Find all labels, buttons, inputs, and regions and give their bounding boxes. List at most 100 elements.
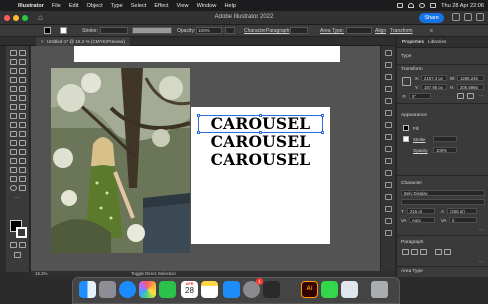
safari-icon[interactable]: [119, 281, 136, 298]
tab-libraries[interactable]: Libraries: [428, 40, 446, 45]
stroke-weight-field[interactable]: [100, 27, 128, 34]
tracking-field[interactable]: 0: [449, 217, 477, 223]
selection-handle[interactable]: [321, 131, 324, 134]
leading-field[interactable]: (258 pt): [447, 208, 477, 214]
menu-view[interactable]: View: [173, 3, 193, 9]
angle-field[interactable]: 0°: [409, 93, 431, 99]
eyedropper-tool-icon[interactable]: [19, 149, 26, 155]
lasso-tool-icon[interactable]: [19, 59, 26, 65]
menu-select[interactable]: Select: [127, 3, 151, 9]
paragraph-panel-icon[interactable]: [385, 218, 392, 224]
rotate-tool-icon[interactable]: [10, 113, 17, 119]
align-buttons[interactable]: [346, 27, 372, 34]
align-link[interactable]: Align: [375, 27, 386, 35]
share-button[interactable]: Share: [419, 13, 444, 23]
y-field[interactable]: 187.95 px: [421, 84, 447, 90]
align-right-icon[interactable]: [420, 249, 427, 255]
menu-app-name[interactable]: Illustrator: [14, 3, 48, 9]
selection-handle[interactable]: [259, 114, 262, 117]
menu-icon[interactable]: ≡: [430, 27, 433, 35]
more-options-icon[interactable]: ···: [479, 93, 483, 98]
font-family-field[interactable]: Bely Display: [401, 190, 485, 196]
character-panel-icon[interactable]: [385, 206, 392, 212]
control-center-icon[interactable]: [430, 3, 437, 8]
search-icon[interactable]: [419, 3, 426, 8]
menu-file[interactable]: File: [48, 3, 65, 9]
carousel-text-3[interactable]: CAROUSEL: [191, 151, 330, 168]
color-guide-panel-icon[interactable]: [385, 62, 392, 68]
brushes-panel-icon[interactable]: [385, 86, 392, 92]
stroke-label-panel[interactable]: Stroke: [413, 137, 425, 142]
font-size-field[interactable]: 215 pt: [407, 208, 435, 214]
style-field[interactable]: [225, 27, 235, 34]
preview-icon[interactable]: [341, 281, 358, 298]
tab-properties[interactable]: Properties: [402, 40, 424, 45]
variable-width-field[interactable]: [132, 27, 172, 34]
facetime-icon[interactable]: [159, 281, 176, 298]
drawing-mode-icon[interactable]: [10, 242, 17, 248]
illustrator-icon[interactable]: Ai: [301, 281, 318, 298]
artboards-panel-icon[interactable]: [385, 182, 392, 188]
document-tab[interactable]: × Untitled-1* @ 16.2 % (CMYK/Preview): [36, 37, 130, 46]
swatches-panel-icon[interactable]: [385, 74, 392, 80]
artboard[interactable]: CAROUSEL CAROUSEL CAROUSEL: [191, 107, 330, 244]
reflect-tool-icon[interactable]: [19, 113, 26, 119]
wifi-icon[interactable]: [408, 3, 415, 8]
zoom-tool-icon[interactable]: [10, 185, 17, 191]
pencil-tool-icon[interactable]: [10, 95, 17, 101]
shaper-tool-icon[interactable]: [19, 95, 26, 101]
calendar-icon[interactable]: APR 28: [181, 281, 198, 298]
area-type-link[interactable]: Area Type:: [320, 27, 344, 35]
selection-handle[interactable]: [321, 114, 324, 117]
color-panel-icon[interactable]: [385, 50, 392, 56]
curvature-tool-icon[interactable]: [19, 68, 26, 74]
opacity-panel-field[interactable]: 100%: [433, 147, 457, 153]
selection-tool-icon[interactable]: [10, 50, 17, 56]
fill-swatch[interactable]: [44, 27, 51, 34]
more-options-icon[interactable]: ···: [479, 227, 483, 232]
perspective-grid-tool-icon[interactable]: [10, 140, 17, 146]
selection-handle[interactable]: [197, 131, 200, 134]
fill-swatch-panel[interactable]: [403, 125, 409, 131]
width-tool-icon[interactable]: [19, 122, 26, 128]
gradient-tool-icon[interactable]: [10, 149, 17, 155]
direct-selection-tool-icon[interactable]: [19, 50, 26, 56]
reference-point-icon[interactable]: [402, 77, 411, 86]
character-link[interactable]: Character: [244, 27, 266, 35]
more-options-icon[interactable]: ···: [479, 259, 483, 264]
selection-handle[interactable]: [197, 114, 200, 117]
symbols-panel-icon[interactable]: [385, 98, 392, 104]
stroke-panel-icon[interactable]: [385, 122, 392, 128]
placed-photo[interactable]: [51, 68, 190, 253]
free-transform-tool-icon[interactable]: [10, 131, 17, 137]
font-style-field[interactable]: [401, 199, 485, 205]
rotate-view-tool-icon[interactable]: [19, 185, 26, 191]
align-center-icon[interactable]: [411, 249, 418, 255]
gradient-panel-icon[interactable]: [385, 134, 392, 140]
graphic-styles-panel-icon[interactable]: [385, 110, 392, 116]
blend-tool-icon[interactable]: [10, 158, 17, 164]
align-left-icon[interactable]: [402, 249, 409, 255]
menu-type[interactable]: Type: [107, 3, 127, 9]
app-store-icon[interactable]: [223, 281, 240, 298]
menu-object[interactable]: Object: [82, 3, 106, 9]
stroke-swatch-panel[interactable]: [403, 136, 409, 142]
asset-export-panel-icon[interactable]: [385, 194, 392, 200]
menu-edit[interactable]: Edit: [65, 3, 83, 9]
system-preferences-icon[interactable]: 1: [243, 278, 263, 298]
carousel-text-2[interactable]: CAROUSEL: [191, 133, 330, 150]
kerning-field[interactable]: Auto: [409, 217, 435, 223]
notes-icon[interactable]: [201, 281, 218, 298]
shape-builder-tool-icon[interactable]: [19, 131, 26, 137]
search-help-icon[interactable]: [452, 13, 460, 21]
menu-window[interactable]: Window: [193, 3, 221, 9]
flip-vertical-icon[interactable]: [467, 93, 474, 99]
music-icon[interactable]: [263, 281, 280, 298]
edit-toolbar-icon[interactable]: [14, 252, 21, 258]
rectangle-tool-icon[interactable]: [10, 86, 17, 92]
w-field[interactable]: 1269.245: [457, 75, 484, 81]
slice-tool-icon[interactable]: [10, 176, 17, 182]
appearance-panel-icon[interactable]: [385, 158, 392, 164]
close-tab-icon[interactable]: ×: [41, 39, 44, 44]
workspace-icon[interactable]: [464, 13, 472, 21]
